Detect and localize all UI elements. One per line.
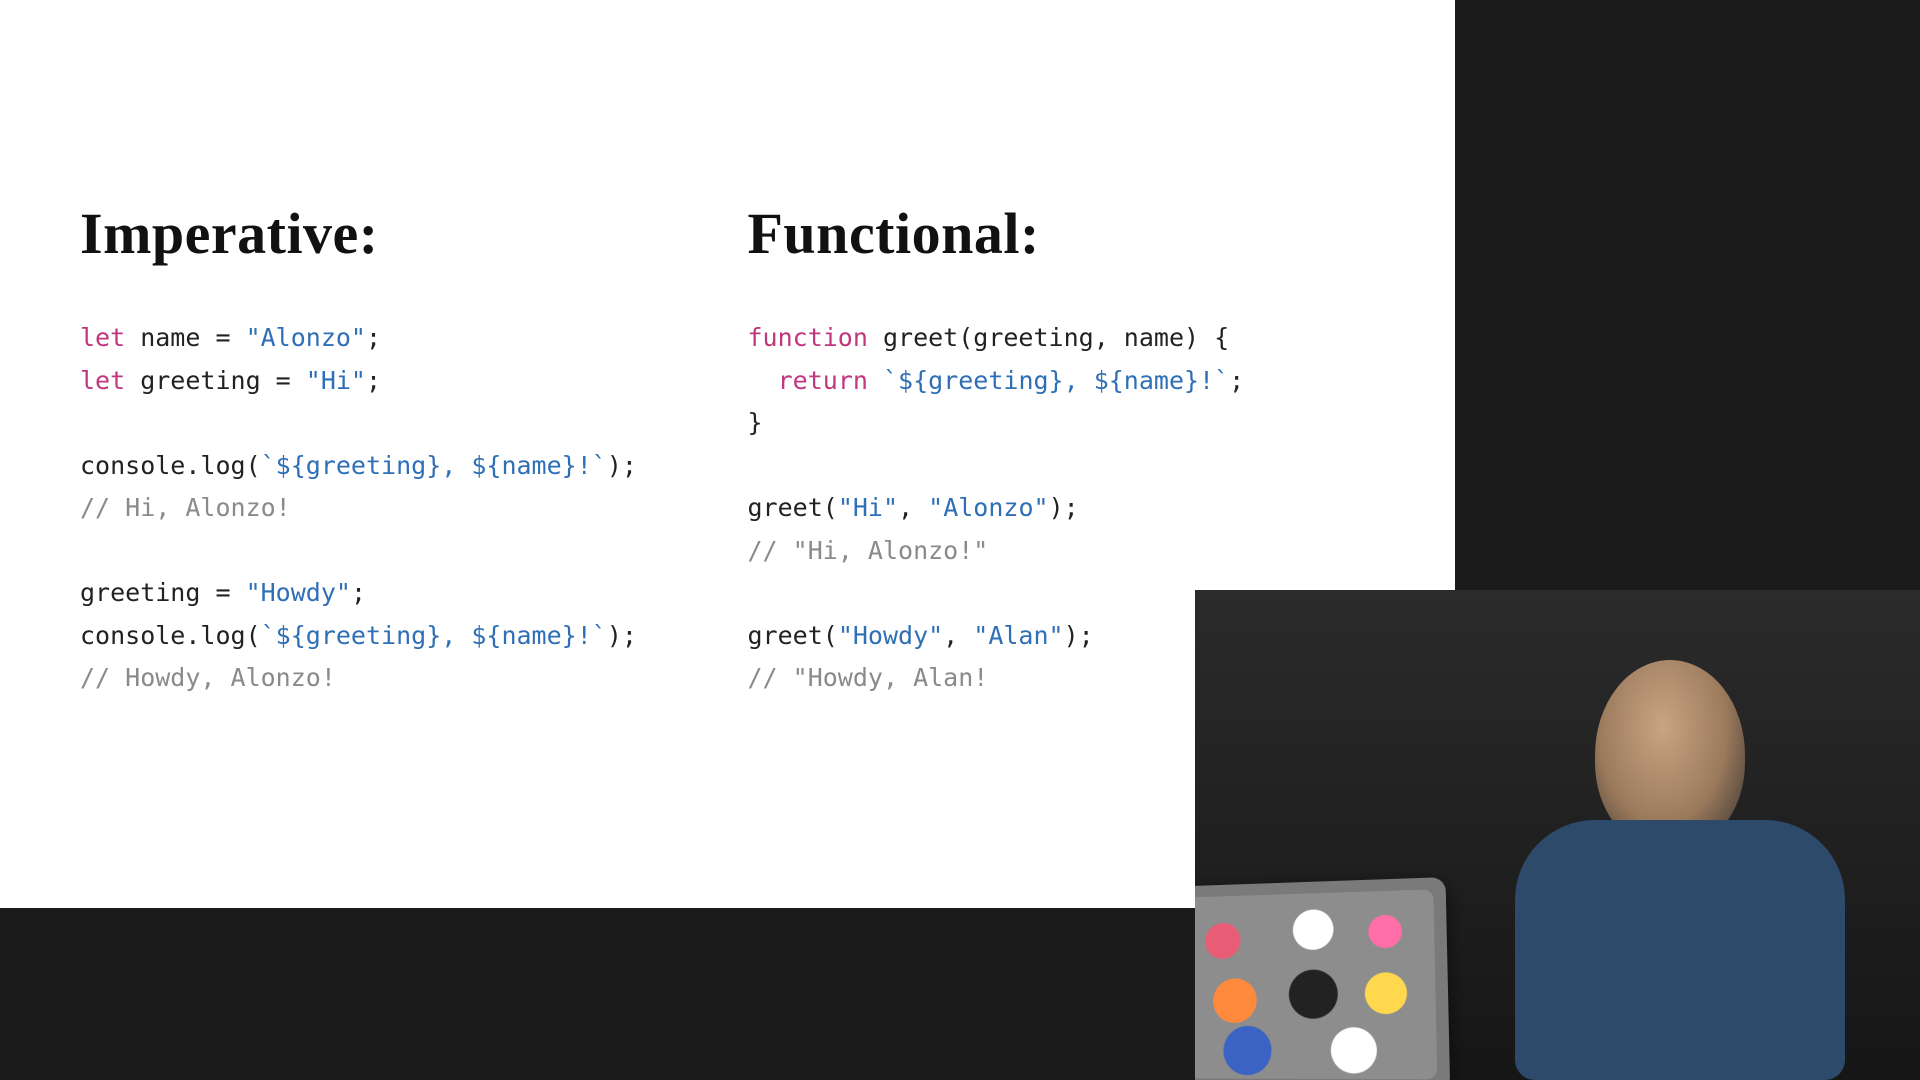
presentation-stage: Imperative: let name = "Alonzo"; let gre… [0, 0, 1920, 1080]
presenter-silhouette [1475, 620, 1795, 1040]
presenter-webcam [1195, 590, 1920, 1080]
heading-imperative: Imperative: [80, 200, 708, 267]
column-imperative: Imperative: let name = "Alonzo"; let gre… [80, 200, 708, 848]
letterbox-right [1455, 0, 1920, 590]
letterbox-bottom [0, 908, 1195, 1080]
code-imperative: let name = "Alonzo"; let greeting = "Hi"… [80, 317, 708, 700]
presenter-laptop-icon [1195, 877, 1450, 1080]
heading-functional: Functional: [748, 200, 1376, 267]
